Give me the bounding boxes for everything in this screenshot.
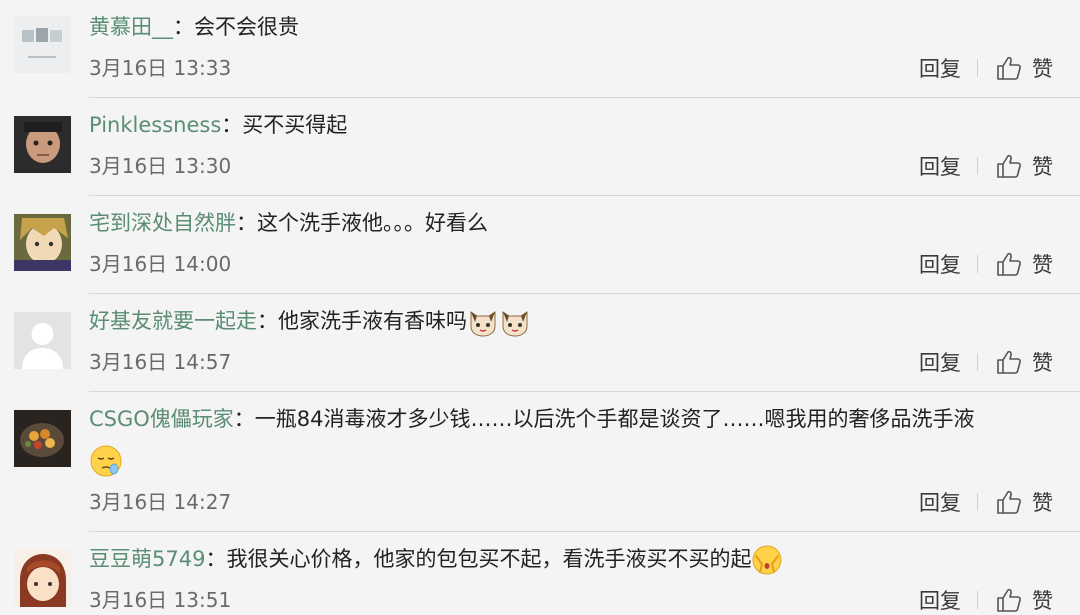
separator	[977, 493, 978, 511]
username-link[interactable]: Pinklessness	[89, 113, 221, 137]
reply-button[interactable]: 回复	[919, 249, 961, 279]
like-button[interactable]: 赞	[1032, 585, 1053, 615]
comment-text: 他家洗手液有香味吗	[278, 309, 467, 333]
thumbs-up-icon[interactable]	[996, 349, 1022, 375]
colon: ：	[257, 309, 278, 333]
divider	[89, 293, 1080, 294]
divider	[89, 531, 1080, 532]
face-avatar-icon	[14, 116, 71, 173]
avatar[interactable]	[14, 116, 71, 173]
separator	[977, 591, 978, 609]
avatar[interactable]	[14, 550, 71, 607]
timestamp: 3月16日 14:57	[89, 350, 232, 374]
covering-face-emoji-icon	[752, 545, 782, 575]
reply-button[interactable]: 回复	[919, 53, 961, 83]
avatar[interactable]	[14, 410, 71, 467]
comment-line: 黄慕田__：会不会很贵	[89, 12, 1040, 42]
separator	[977, 157, 978, 175]
separator	[977, 353, 978, 371]
comment-actions: 回复 赞	[919, 487, 1053, 517]
reply-button[interactable]: 回复	[919, 585, 961, 615]
comment-actions: 回复 赞	[919, 585, 1053, 615]
comment-line: 豆豆萌5749：我很关心价格，他家的包包买不起，看洗手液买不买的起	[89, 544, 1040, 576]
comment-text: 我很关心价格，他家的包包买不起，看洗手液买不买的起	[226, 547, 752, 571]
thumbs-up-icon[interactable]	[996, 587, 1022, 613]
timestamp: 3月16日 13:30	[89, 154, 232, 178]
divider	[89, 195, 1080, 196]
colon: ：	[233, 407, 255, 431]
reply-button[interactable]: 回复	[919, 151, 961, 181]
cartoon-girl-avatar-icon	[14, 550, 71, 607]
cat-face-emoji-icon	[502, 311, 528, 337]
like-button[interactable]: 赞	[1032, 53, 1053, 83]
avatar[interactable]	[14, 312, 71, 369]
comment-line: 宅到深处自然胖：这个洗手液他。。。好看么	[89, 208, 1040, 238]
comment-line: 好基友就要一起走：他家洗手液有香味吗	[89, 306, 1040, 338]
avatar[interactable]	[14, 214, 71, 271]
comment-actions: 回复 赞	[919, 347, 1053, 377]
comment-actions: 回复 赞	[919, 53, 1053, 83]
timestamp: 3月16日 13:51	[89, 588, 232, 612]
colon: ：	[173, 15, 194, 39]
comment-actions: 回复 赞	[919, 249, 1053, 279]
separator	[977, 59, 978, 77]
timestamp: 3月16日 13:33	[89, 56, 232, 80]
separator	[977, 255, 978, 273]
default-avatar-icon	[14, 312, 71, 369]
username-link[interactable]: 好基友就要一起走	[89, 309, 257, 333]
sleepy-face-emoji-icon	[90, 445, 122, 477]
photo-avatar-icon	[14, 16, 71, 73]
username-link[interactable]: CSGO傀儡玩家	[89, 407, 234, 431]
reply-button[interactable]: 回复	[919, 347, 961, 377]
comment-text: 会不会很贵	[194, 15, 299, 39]
thumbs-up-icon[interactable]	[996, 489, 1022, 515]
food-avatar-icon	[14, 410, 71, 467]
cat-face-emoji-icon	[470, 311, 496, 337]
thumbs-up-icon[interactable]	[996, 55, 1022, 81]
comment-actions: 回复 赞	[919, 151, 1053, 181]
anime-avatar-icon	[14, 214, 71, 271]
divider	[89, 97, 1080, 98]
comment-text: 一瓶84消毒液才多少钱……以后洗个手都是谈资了……嗯我用的奢侈品洗手液	[254, 407, 975, 431]
username-link[interactable]: 宅到深处自然胖	[89, 211, 236, 235]
username-link[interactable]: 豆豆萌5749	[89, 547, 205, 571]
comment-text: 这个洗手液他。。。好看么	[257, 211, 488, 235]
like-button[interactable]: 赞	[1032, 487, 1053, 517]
colon: ：	[221, 113, 243, 137]
thumbs-up-icon[interactable]	[996, 153, 1022, 179]
comment-text: 买不买得起	[242, 113, 348, 137]
reply-button[interactable]: 回复	[919, 487, 961, 517]
divider	[89, 391, 1080, 392]
colon: ：	[205, 547, 227, 571]
like-button[interactable]: 赞	[1032, 151, 1053, 181]
avatar[interactable]	[14, 16, 71, 73]
comment-line: CSGO傀儡玩家：一瓶84消毒液才多少钱……以后洗个手都是谈资了……嗯我用的奢侈…	[89, 404, 1040, 434]
username-link[interactable]: 黄慕田__	[89, 15, 173, 39]
like-button[interactable]: 赞	[1032, 347, 1053, 377]
colon: ：	[236, 211, 257, 235]
comment-line: Pinklessness：买不买得起	[89, 110, 1040, 140]
comment-line-continued	[89, 444, 1030, 478]
timestamp: 3月16日 14:00	[89, 252, 232, 276]
like-button[interactable]: 赞	[1032, 249, 1053, 279]
thumbs-up-icon[interactable]	[996, 251, 1022, 277]
timestamp: 3月16日 14:27	[89, 490, 232, 514]
